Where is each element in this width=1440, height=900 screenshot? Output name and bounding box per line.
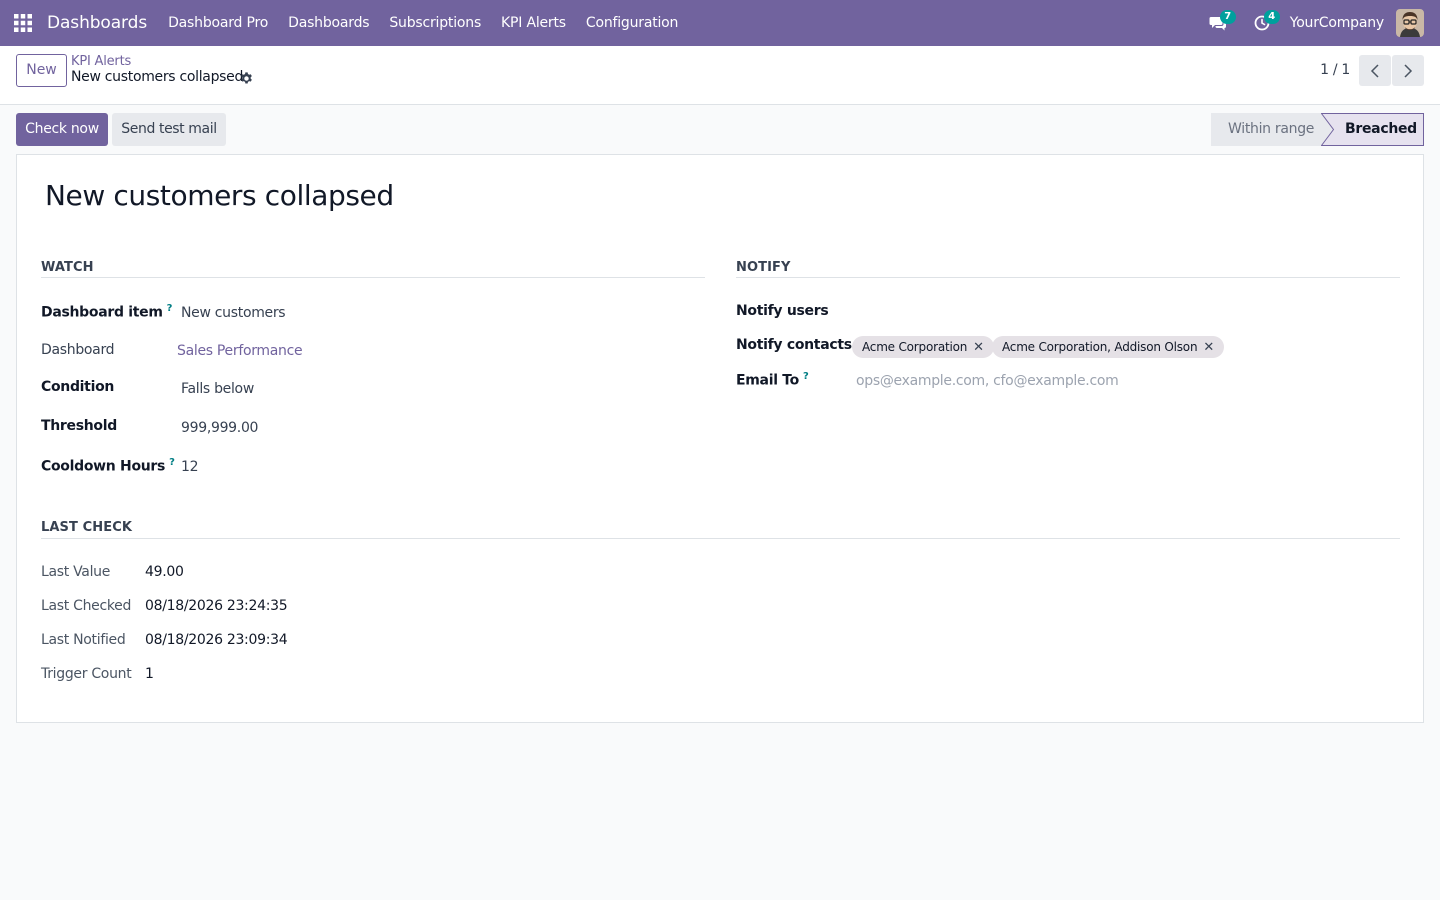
contact-tag: Acme Corporation ✕: [852, 336, 994, 358]
notify-users-field[interactable]: [852, 301, 1392, 323]
check-now-button[interactable]: Check now: [16, 113, 108, 146]
help-tooltip-icon[interactable]: ?: [803, 371, 809, 382]
dashboard-link[interactable]: Sales Performance: [177, 343, 303, 359]
section-title-notify: Notify: [736, 260, 791, 275]
menu-dashboard-pro[interactable]: Dashboard Pro: [158, 0, 278, 46]
new-record-button[interactable]: New: [16, 54, 67, 87]
last-notified-label: Last Notified: [41, 632, 126, 648]
cooldown-hours-field[interactable]: 12: [181, 459, 199, 475]
control-panel: New KPI Alerts New customers collapsed 1…: [0, 46, 1440, 105]
app-brand[interactable]: Dashboards: [47, 13, 147, 33]
section-title-watch: Watch: [41, 260, 94, 275]
gear-icon[interactable]: [238, 70, 254, 86]
stage-breached-label: Breached: [1345, 121, 1417, 137]
dashboard-item-label: Dashboard item?: [41, 303, 173, 321]
chevron-left-icon: [1370, 63, 1379, 78]
menu-kpi-alerts[interactable]: KPI Alerts: [491, 0, 576, 46]
send-test-mail-button[interactable]: Send test mail: [112, 113, 226, 146]
activities-button[interactable]: 4: [1240, 0, 1284, 46]
breadcrumb-current-record: New customers collapsed: [71, 69, 244, 85]
systray: 7 4 YourCompany: [1196, 0, 1440, 46]
notify-contacts-label: Notify contacts: [736, 337, 852, 353]
threshold-label: Threshold: [41, 418, 117, 434]
tag-remove-icon[interactable]: ✕: [1203, 337, 1214, 359]
pager-previous-button[interactable]: [1359, 55, 1391, 86]
dashboard-label: Dashboard: [41, 342, 115, 358]
record-name-field[interactable]: New customers collapsed: [45, 179, 394, 212]
stage-breached[interactable]: Breached: [1321, 113, 1424, 146]
form-sheet: New customers collapsed Watch Dashboard …: [16, 154, 1424, 723]
menu-configuration[interactable]: Configuration: [576, 0, 688, 46]
section-divider: [736, 277, 1400, 278]
stage-within-range[interactable]: Within range: [1211, 113, 1333, 146]
section-divider: [41, 277, 705, 278]
apps-menu-icon[interactable]: [0, 0, 46, 46]
chevron-right-icon: [1404, 63, 1413, 78]
trigger-count-value: 1: [145, 666, 154, 682]
help-tooltip-icon[interactable]: ?: [167, 303, 173, 314]
last-value: 49.00: [145, 564, 184, 580]
last-checked-value: 08/18/2026 23:24:35: [145, 598, 288, 614]
last-value-label: Last Value: [41, 564, 111, 580]
activities-count-badge: 4: [1263, 10, 1280, 24]
last-notified-value: 08/18/2026 23:09:34: [145, 632, 288, 648]
menu-dashboards[interactable]: Dashboards: [278, 0, 379, 46]
pager-next-button[interactable]: [1392, 55, 1424, 86]
tag-remove-icon[interactable]: ✕: [973, 337, 984, 359]
section-divider: [41, 538, 1400, 539]
main-menu: Dashboard Pro Dashboards Subscriptions K…: [158, 0, 688, 46]
help-tooltip-icon[interactable]: ?: [169, 457, 175, 468]
trigger-count-label: Trigger Count: [41, 666, 132, 682]
section-title-last-check: Last Check: [41, 520, 133, 535]
dashboard-item-field[interactable]: New customers: [181, 305, 286, 321]
user-avatar[interactable]: [1396, 9, 1424, 37]
condition-label: Condition: [41, 379, 115, 395]
messages-count-badge: 7: [1219, 10, 1236, 24]
threshold-field[interactable]: 999,999.00: [181, 420, 258, 436]
breadcrumb-kpi-alerts[interactable]: KPI Alerts: [71, 54, 131, 69]
messages-button[interactable]: 7: [1196, 0, 1240, 46]
contact-tag: Acme Corporation, Addison Olson ✕: [992, 336, 1225, 359]
condition-field[interactable]: Falls below: [181, 381, 254, 397]
email-to-label: Email To?: [736, 371, 809, 389]
notify-users-label: Notify users: [736, 303, 829, 319]
form-statusbar: Check now Send test mail Within range Br…: [0, 105, 1440, 155]
email-to-input[interactable]: ops@example.com, cfo@example.com: [856, 373, 1119, 389]
menu-subscriptions[interactable]: Subscriptions: [379, 0, 491, 46]
last-checked-label: Last Checked: [41, 598, 132, 614]
cooldown-hours-label: Cooldown Hours?: [41, 457, 175, 475]
top-navbar: Dashboards Dashboard Pro Dashboards Subs…: [0, 0, 1440, 46]
company-switcher[interactable]: YourCompany: [1284, 15, 1394, 31]
pager-value[interactable]: 1 / 1: [1320, 62, 1350, 78]
